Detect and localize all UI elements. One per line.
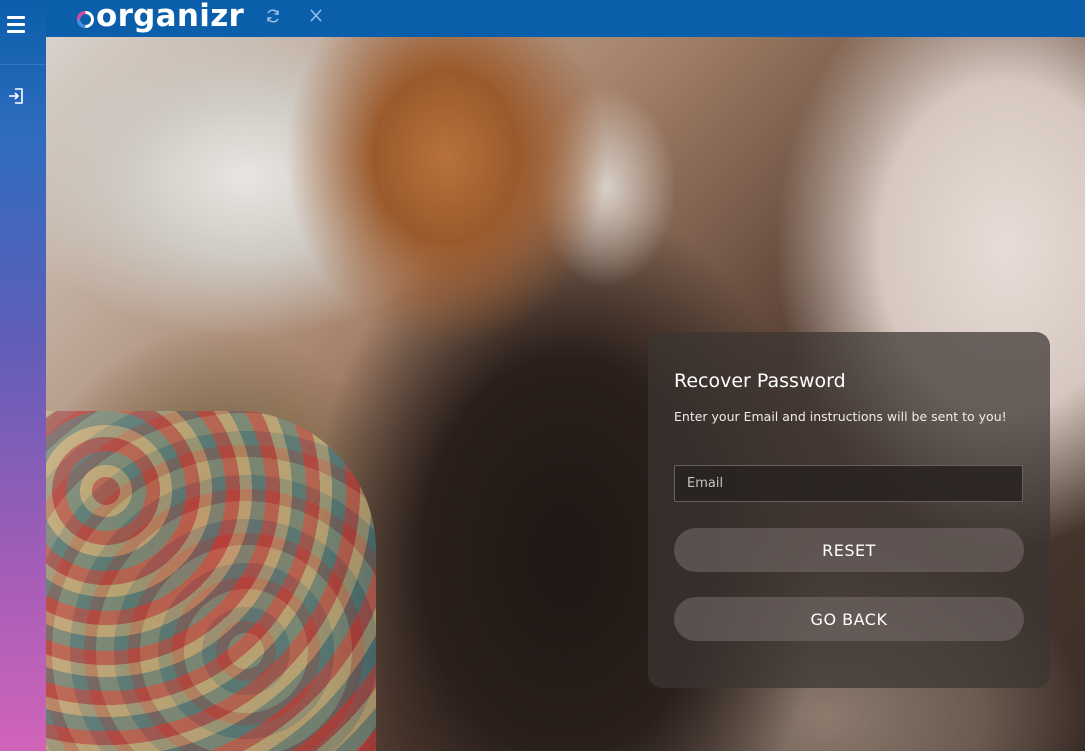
logo-text: organizr [96, 0, 245, 34]
logo[interactable]: organizr [76, 0, 244, 36]
email-field[interactable] [674, 465, 1023, 502]
top-bar: organizr [46, 0, 1085, 37]
app-window: organizr Recover Password Enter your Ema… [0, 0, 1085, 751]
go-back-button[interactable]: GO BACK [674, 597, 1024, 641]
panel-subtitle: Enter your Email and instructions will b… [674, 409, 1007, 424]
sign-in-icon[interactable] [6, 86, 26, 106]
refresh-icon[interactable] [264, 7, 282, 25]
close-icon[interactable] [307, 7, 325, 25]
sidebar-divider [0, 64, 46, 65]
logo-mark-icon [76, 10, 95, 29]
reset-button[interactable]: RESET [674, 528, 1024, 572]
panel-title: Recover Password [674, 370, 846, 392]
hamburger-menu-icon[interactable] [7, 12, 27, 38]
recover-password-panel: Recover Password Enter your Email and in… [648, 332, 1050, 688]
background-rug-pattern [46, 411, 376, 751]
sidebar [0, 0, 46, 751]
